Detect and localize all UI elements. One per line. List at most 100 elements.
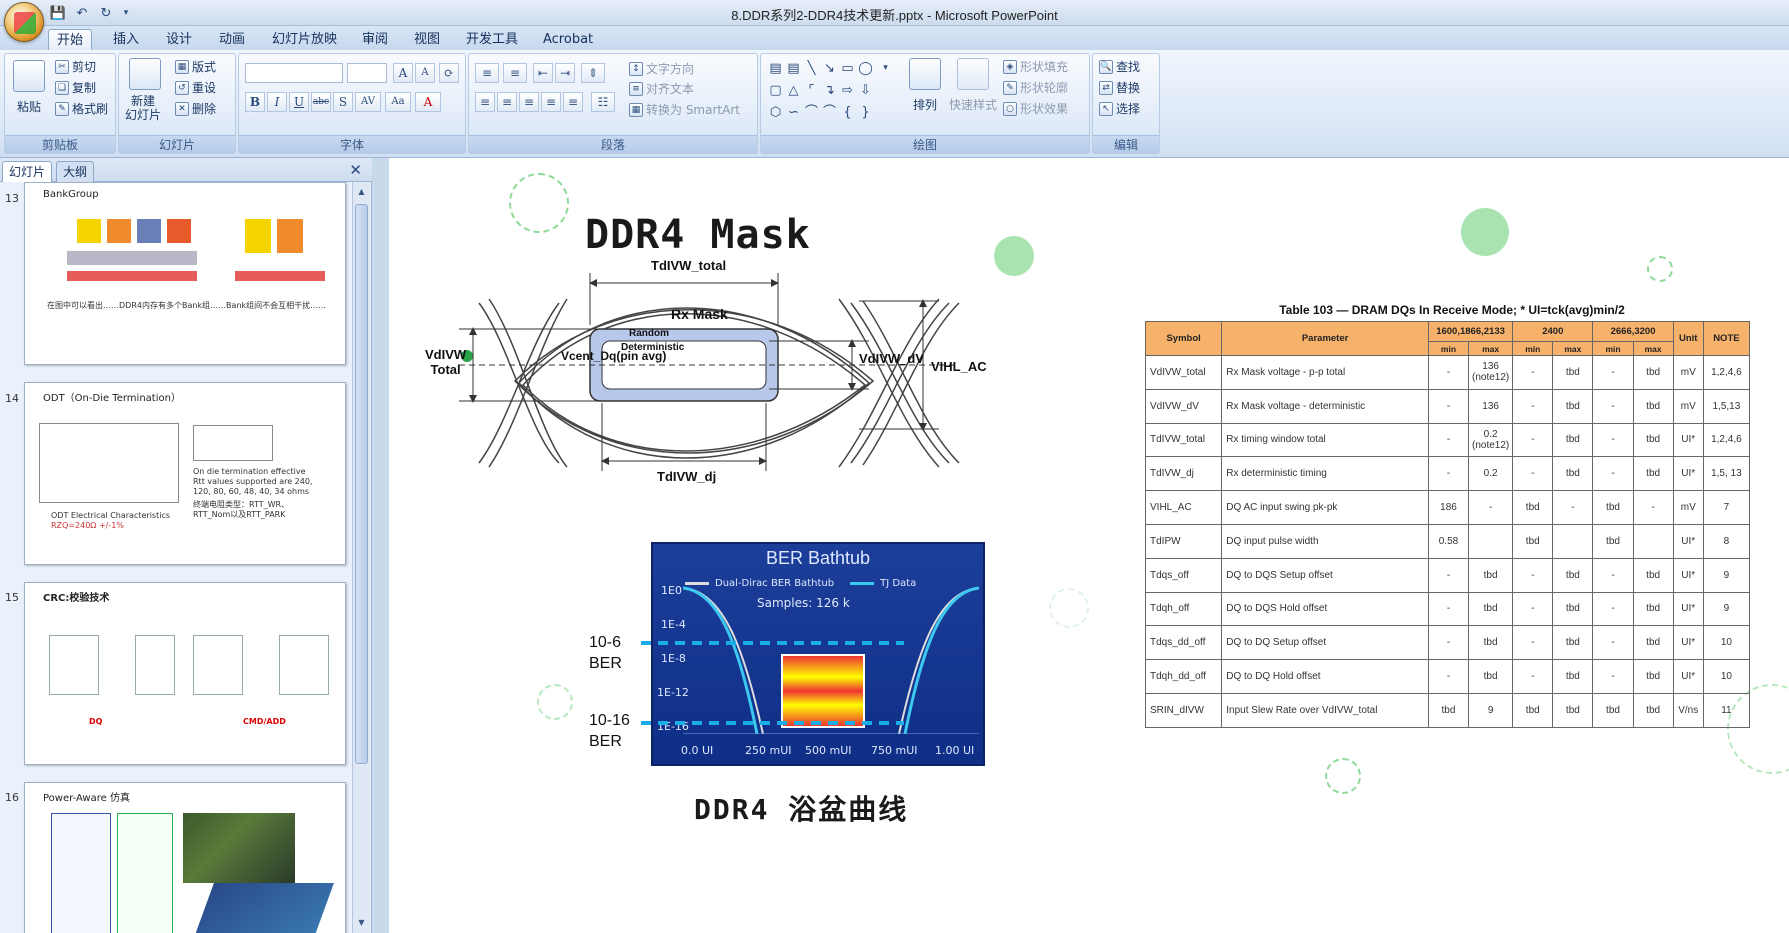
arc-shape-icon[interactable]: ⌒ xyxy=(821,104,838,121)
underline-icon[interactable]: U xyxy=(289,92,309,112)
shape-outline-button[interactable]: ✎ 形状轮廓 xyxy=(1003,79,1068,96)
tab-review[interactable]: 审阅 xyxy=(354,29,396,50)
font-color-icon[interactable]: A xyxy=(415,92,441,112)
align-center-icon[interactable]: ≡ xyxy=(497,92,517,112)
paste-button[interactable]: 粘贴 xyxy=(17,98,41,115)
align-text-button[interactable]: ≡ 对齐文本 xyxy=(629,80,694,97)
quick-styles-icon[interactable] xyxy=(957,58,989,90)
layout-button[interactable]: ▦ 版式 xyxy=(175,58,216,75)
shapes-more-icon[interactable]: ▾ xyxy=(877,60,894,77)
find-button[interactable]: 🔍 查找 xyxy=(1099,58,1140,75)
rounded-rect-shape-icon[interactable]: ▢ xyxy=(767,82,784,99)
select-button[interactable]: ↖ 选择 xyxy=(1099,100,1140,117)
smartart-button[interactable]: ▦ 转换为 SmartArt xyxy=(629,101,740,118)
columns-icon[interactable]: ☷ xyxy=(591,92,615,112)
slide-thumbnail-15[interactable]: CRC:校验技术 DQ CMD/ADD xyxy=(24,582,346,765)
tab-slideshow[interactable]: 幻灯片放映 xyxy=(264,29,345,50)
col-group-2: 2400 xyxy=(1512,321,1594,342)
strikethrough-icon[interactable]: abc xyxy=(311,92,331,112)
slide-canvas[interactable]: DDR4 Mask TdIVW_total Rx Mask Random Det… xyxy=(389,158,1789,933)
oval-shape-icon[interactable]: ◯ xyxy=(857,60,874,77)
format-painter-button[interactable]: ✎ 格式刷 xyxy=(55,100,108,117)
copy-button[interactable]: ❏ 复制 xyxy=(55,79,96,96)
reset-icon: ↺ xyxy=(175,80,189,95)
font-size-combo[interactable] xyxy=(347,63,387,83)
italic-icon[interactable]: I xyxy=(267,92,287,112)
quick-styles-button[interactable]: 快速样式 xyxy=(949,96,997,113)
align-left-icon[interactable]: ≡ xyxy=(475,92,495,112)
bullets-icon[interactable]: ≡ xyxy=(475,63,499,83)
decrease-indent-icon[interactable]: ⇤ xyxy=(533,63,553,83)
table-cell: tbd xyxy=(1512,523,1554,559)
text-direction-icon: ↕ xyxy=(629,61,643,76)
right-arrow-shape-icon[interactable]: ⇨ xyxy=(839,82,856,99)
pane-scrollbar[interactable]: ▲ ▼ xyxy=(352,182,370,933)
tab-slides[interactable]: 幻灯片 xyxy=(2,161,53,182)
font-name-combo[interactable] xyxy=(245,63,343,83)
line-shape-icon[interactable]: ╲ xyxy=(803,60,820,77)
elbow-arrow-shape-icon[interactable]: ↴ xyxy=(821,82,838,99)
slide-thumbnail-13[interactable]: BankGroup 在图中可以看出……DDR4内存有多个Bank组……Bank组… xyxy=(24,182,346,365)
tab-design[interactable]: 设计 xyxy=(158,29,200,50)
increase-indent-icon[interactable]: ⇥ xyxy=(555,63,575,83)
slide-thumbnail-16[interactable]: Power-Aware 仿真 xyxy=(24,782,346,933)
table-cell: Tdqh_dd_off xyxy=(1144,659,1223,694)
arrange-icon[interactable] xyxy=(909,58,941,90)
table-cell: tbd xyxy=(1632,692,1674,728)
tab-home[interactable]: 开始 xyxy=(48,29,93,50)
close-pane-icon[interactable]: ✕ xyxy=(349,161,362,179)
table-cell: tbd xyxy=(1512,490,1554,525)
arrow-line-shape-icon[interactable]: ↘ xyxy=(821,60,838,77)
bold-icon[interactable]: B xyxy=(245,92,265,112)
shrink-font-icon[interactable]: A xyxy=(415,63,435,83)
tab-insert[interactable]: 插入 xyxy=(105,29,147,50)
paste-icon[interactable] xyxy=(13,60,45,92)
delete-slide-button[interactable]: ✕ 删除 xyxy=(175,100,216,117)
justify-icon[interactable]: ≡ xyxy=(541,92,561,112)
arrange-button[interactable]: 排列 xyxy=(913,96,937,113)
tab-acrobat[interactable]: Acrobat xyxy=(535,29,601,50)
change-case-icon[interactable]: Aa xyxy=(385,92,411,112)
new-slide-button[interactable]: 新建 幻灯片 xyxy=(125,94,161,122)
clear-format-icon[interactable]: ⟳ xyxy=(439,63,459,83)
scroll-down-icon[interactable]: ▼ xyxy=(355,915,368,931)
rect-shape-icon[interactable]: ▭ xyxy=(839,60,856,77)
cut-button[interactable]: ✂ 剪切 xyxy=(55,58,96,75)
numbering-icon[interactable]: ≡ xyxy=(503,63,527,83)
new-slide-icon[interactable] xyxy=(129,58,161,90)
shape-effects-button[interactable]: ○ 形状效果 xyxy=(1003,100,1068,117)
tab-view[interactable]: 视图 xyxy=(406,29,448,50)
brace-left-shape-icon[interactable]: { xyxy=(839,104,856,121)
slide-thumbnail-14[interactable]: ODT（On-Die Termination） On die terminati… xyxy=(24,382,346,565)
crc-block-1 xyxy=(49,635,99,695)
replace-button[interactable]: ⇄ 替换 xyxy=(1099,79,1140,96)
shape-fill-button[interactable]: ◈ 形状填充 xyxy=(1003,58,1068,75)
char-spacing-icon[interactable]: AV xyxy=(355,92,381,112)
align-right-icon[interactable]: ≡ xyxy=(519,92,539,112)
curve-shape-icon[interactable]: ⌒ xyxy=(803,104,820,121)
triangle-shape-icon[interactable]: △ xyxy=(785,82,802,99)
textbox-shape-icon[interactable]: ▤ xyxy=(767,60,784,77)
down-arrow-shape-icon[interactable]: ⇩ xyxy=(857,82,874,99)
line-spacing-icon[interactable]: ⇕ xyxy=(581,63,605,83)
tab-developer[interactable]: 开发工具 xyxy=(458,29,526,50)
elbow-shape-icon[interactable]: ⌜ xyxy=(803,82,820,99)
table-cell: tbd xyxy=(1632,625,1674,661)
scrollbar-thumb[interactable] xyxy=(355,204,368,764)
reset-button[interactable]: ↺ 重设 xyxy=(175,79,216,96)
tab-animations[interactable]: 动画 xyxy=(211,29,253,50)
office-button[interactable] xyxy=(4,2,44,42)
text-direction-button[interactable]: ↕ 文字方向 xyxy=(629,60,694,77)
tab-outline[interactable]: 大纲 xyxy=(56,161,95,182)
brace-right-shape-icon[interactable]: } xyxy=(857,104,874,121)
freeform-shape-icon[interactable]: ∽ xyxy=(785,104,802,121)
grow-font-icon[interactable]: A xyxy=(393,63,413,83)
table-cell: tbd xyxy=(1632,355,1674,390)
shadow-icon[interactable]: S xyxy=(333,92,353,112)
vtextbox-shape-icon[interactable]: ▤ xyxy=(785,60,802,77)
distributed-icon[interactable]: ≡ xyxy=(563,92,583,112)
rx-mask-label: Rx Mask xyxy=(671,306,728,322)
scroll-up-icon[interactable]: ▲ xyxy=(355,184,368,200)
hexagon-shape-icon[interactable]: ⬡ xyxy=(767,104,784,121)
table-cell: tbd xyxy=(1632,591,1674,627)
